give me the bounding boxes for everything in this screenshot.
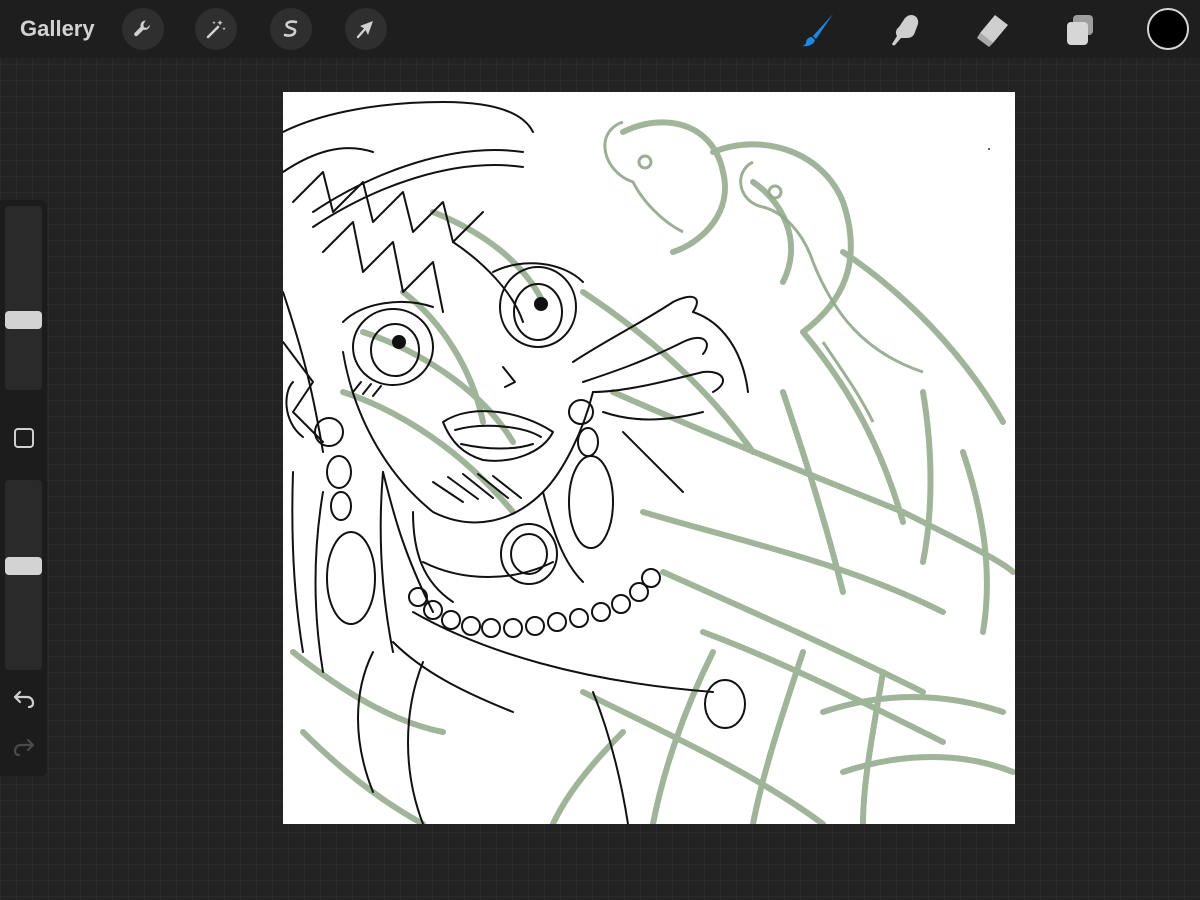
adjustments-button[interactable] (195, 8, 237, 50)
brush-icon (802, 14, 833, 47)
color-swatch[interactable] (1147, 8, 1189, 50)
actions-button[interactable] (122, 8, 164, 50)
layers-button[interactable] (1060, 10, 1100, 50)
ink-layer (283, 101, 749, 824)
opacity-thumb[interactable] (5, 557, 42, 576)
smudge-finger-icon (892, 15, 919, 46)
magic-wand-icon (206, 20, 226, 39)
selection-button[interactable] (270, 8, 312, 50)
brush-button[interactable] (798, 10, 838, 50)
undo-button[interactable] (11, 686, 37, 712)
wrench-icon (134, 20, 150, 37)
stray-dot (988, 148, 990, 150)
left-sidebar (0, 200, 47, 776)
eraser-button[interactable] (972, 10, 1012, 50)
redo-button[interactable] (11, 734, 37, 760)
eraser-icon (977, 15, 1008, 47)
undo-icon (13, 690, 35, 709)
transform-button[interactable] (345, 8, 387, 50)
rough-sketch-layer (290, 119, 1015, 824)
modify-button[interactable] (14, 428, 34, 448)
smudge-button[interactable] (885, 10, 925, 50)
brush-size-slider[interactable] (5, 206, 42, 390)
redo-icon (13, 738, 35, 757)
arrow-cursor-icon (356, 21, 373, 39)
layers-icon (1067, 15, 1093, 45)
top-toolbar: Gallery (0, 0, 1200, 58)
brush-size-thumb[interactable] (5, 310, 42, 329)
gallery-button[interactable]: Gallery (20, 14, 95, 44)
artwork-sketch (283, 101, 1015, 824)
selection-s-icon (283, 20, 298, 37)
drawing-canvas[interactable] (283, 92, 1015, 824)
